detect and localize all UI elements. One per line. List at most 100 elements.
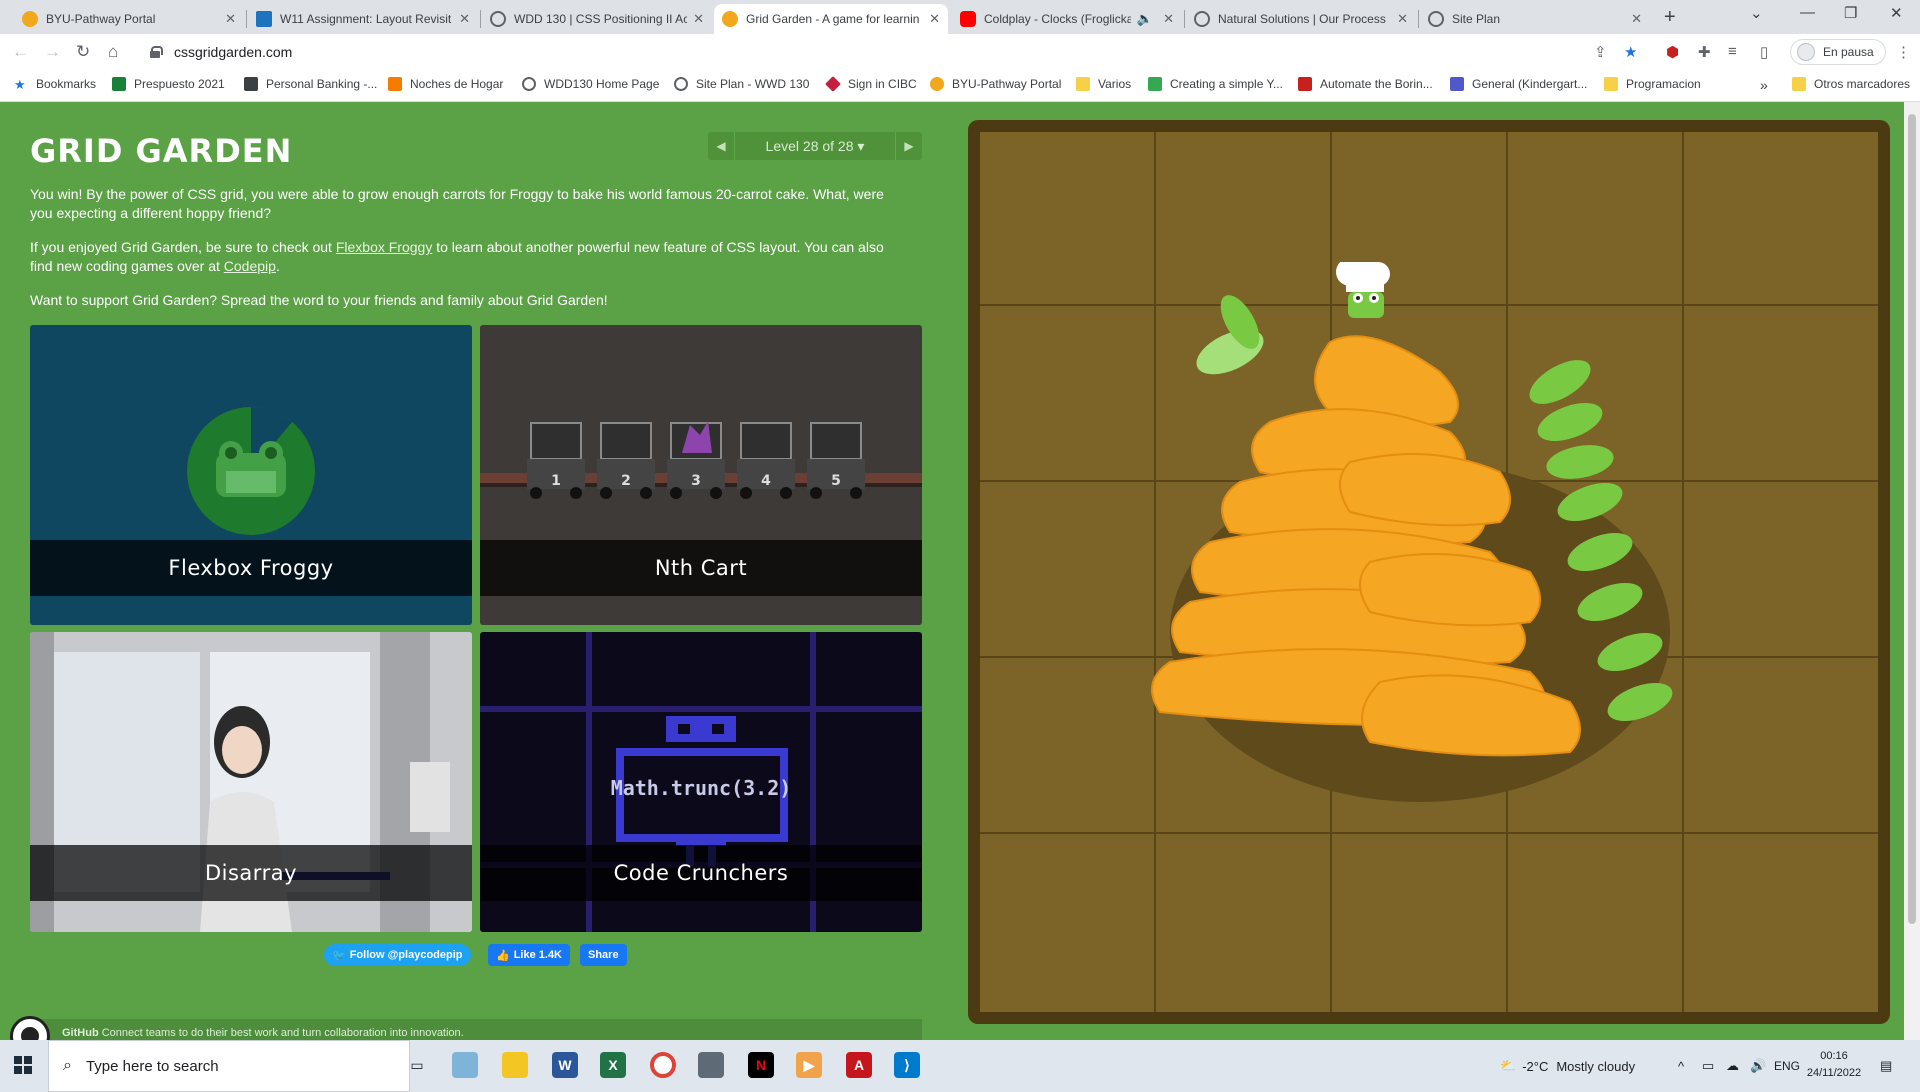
window-close-icon[interactable]: ✕ <box>1890 4 1903 22</box>
bookmark-item[interactable]: Automate the Borin... <box>1298 77 1433 91</box>
bookmark-item[interactable]: ★ Bookmarks <box>14 77 96 92</box>
tab-search-icon[interactable]: ⌄ <box>1750 4 1763 22</box>
bookmark-label: General (Kindergart... <box>1472 77 1588 91</box>
folder-icon <box>1076 77 1090 91</box>
network-icon[interactable]: ▭ <box>1702 1040 1714 1092</box>
close-icon[interactable]: ✕ <box>1397 11 1408 27</box>
teams-icon <box>1450 77 1464 91</box>
bookmark-label: Otros marcadores <box>1814 77 1911 91</box>
bookmarks-overflow-button[interactable]: » <box>1760 77 1768 93</box>
menu-kebab-icon[interactable]: ⋮ <box>1896 43 1911 61</box>
flexbox-froggy-link[interactable]: Flexbox Froggy <box>336 239 432 255</box>
tab-grid-garden[interactable]: Grid Garden - A game for learnin ✕ <box>714 4 948 34</box>
bookmark-folder[interactable]: Programacion <box>1604 77 1701 91</box>
profile-button[interactable]: En pausa <box>1790 39 1886 65</box>
app-icon[interactable] <box>452 1052 478 1078</box>
code-crunchers-card[interactable]: Math.trunc(3.2) Code Crunchers <box>480 632 922 932</box>
nth-cart-card[interactable]: 1 2 3 4 5 Nth Cart <box>480 325 922 625</box>
page-scrollbar[interactable] <box>1904 102 1920 1040</box>
onedrive-icon[interactable]: ☁ <box>1726 1040 1739 1092</box>
facebook-like-button[interactable]: 👍 Like 1.4K <box>488 944 571 966</box>
bookmark-item[interactable]: Prespuesto 2021 <box>112 77 225 91</box>
flexbox-froggy-card[interactable]: Flexbox Froggy <box>30 325 472 625</box>
back-arrow-icon[interactable]: ← <box>12 42 29 62</box>
code-snippet: Math.trunc(3.2) <box>611 776 792 800</box>
chrome-icon[interactable] <box>650 1052 676 1078</box>
adobe-acrobat-icon[interactable]: A <box>846 1052 872 1078</box>
weather-desc: Mostly cloudy <box>1556 1058 1636 1074</box>
bookmark-label: Prespuesto 2021 <box>134 77 225 91</box>
bookmark-item[interactable]: Creating a simple Y... <box>1148 77 1283 91</box>
tab-natural-solutions[interactable]: Natural Solutions | Our Process ✕ <box>1186 4 1416 34</box>
tab-byu-pathway[interactable]: BYU-Pathway Portal ✕ <box>14 4 244 34</box>
notifications-icon[interactable]: ▤ <box>1880 1040 1892 1092</box>
close-icon[interactable]: ✕ <box>929 11 940 27</box>
restore-icon[interactable]: ❐ <box>1844 4 1857 22</box>
language-indicator[interactable]: ENG <box>1774 1040 1800 1092</box>
netflix-icon[interactable]: N <box>748 1052 774 1078</box>
reading-list-icon[interactable]: ≡ <box>1728 43 1737 60</box>
card-title: Disarray <box>30 845 472 901</box>
taskbar-search[interactable]: ⌕ Type here to search <box>48 1040 410 1092</box>
close-icon[interactable]: ✕ <box>1163 11 1174 27</box>
weather-widget[interactable]: ⛅ -2°C Mostly cloudy <box>1500 1040 1635 1092</box>
new-tab-button[interactable]: + <box>1664 6 1676 29</box>
minimize-icon[interactable]: — <box>1800 4 1815 21</box>
windows-taskbar: ⌕ Type here to search ▭ W X N ▶ A ⟩ ⛅ -2… <box>0 1040 1920 1092</box>
calculator-icon[interactable] <box>698 1052 724 1078</box>
bookmark-item[interactable]: WDD130 Home Page <box>522 77 659 91</box>
close-icon[interactable]: ✕ <box>459 11 470 27</box>
word-icon[interactable]: W <box>552 1052 578 1078</box>
home-icon[interactable]: ⌂ <box>108 42 118 62</box>
codepip-link[interactable]: Codepip <box>224 258 276 274</box>
volume-icon[interactable]: 🔊 <box>1750 1040 1766 1092</box>
adblock-extension-icon[interactable]: ⬢ <box>1666 43 1679 61</box>
close-icon[interactable]: ✕ <box>225 11 236 27</box>
side-panel-icon[interactable]: ▯ <box>1760 43 1768 61</box>
bookmark-item[interactable]: Sign in CIBC <box>825 76 917 92</box>
reload-icon[interactable]: ↻ <box>76 42 90 62</box>
extensions-puzzle-icon[interactable]: ✚ <box>1698 43 1711 61</box>
tab-w11-assignment[interactable]: W11 Assignment: Layout Revisit ✕ <box>248 4 478 34</box>
twitter-follow-button[interactable]: 🐦 Follow @playcodepip <box>324 944 471 966</box>
card-title: Code Crunchers <box>480 845 922 901</box>
bookmark-item[interactable]: Site Plan - WWD 130 <box>674 77 809 91</box>
close-icon[interactable]: ✕ <box>1631 11 1642 27</box>
scrollbar-thumb[interactable] <box>1908 114 1916 924</box>
facebook-share-button[interactable]: Share <box>580 944 627 966</box>
address-bar[interactable]: cssgridgarden.com <box>140 38 1540 66</box>
tab-strip: BYU-Pathway Portal ✕ W11 Assignment: Lay… <box>0 0 1920 34</box>
tab-site-plan[interactable]: Site Plan ✕ <box>1420 4 1650 34</box>
other-bookmarks-folder[interactable]: Otros marcadores <box>1792 77 1910 91</box>
folder-icon <box>1792 77 1806 91</box>
excel-icon[interactable]: X <box>600 1052 626 1078</box>
bookmark-label: Site Plan - WWD 130 <box>696 77 810 91</box>
tab-title: WDD 130 | CSS Positioning II Ac <box>514 12 688 26</box>
next-level-arrow-icon[interactable]: ▶ <box>896 139 922 153</box>
bookmark-label: Automate the Borin... <box>1320 77 1433 91</box>
system-clock[interactable]: 00:16 24/11/2022 <box>1804 1048 1864 1082</box>
bookmark-item[interactable]: Personal Banking -... <box>244 77 377 91</box>
task-view-icon[interactable]: ▭ <box>404 1052 430 1078</box>
bookmark-item[interactable]: Noches de Hogar <box>388 77 503 91</box>
level-indicator[interactable]: Level 28 of 28 ▾ <box>735 138 895 155</box>
bookmark-item[interactable]: General (Kindergart... <box>1450 77 1587 91</box>
bookmark-folder[interactable]: Varios <box>1076 77 1131 91</box>
disarray-card[interactable]: Disarray <box>30 632 472 932</box>
speaker-muted-icon[interactable]: 🔈 <box>1137 11 1153 27</box>
media-player-icon[interactable]: ▶ <box>796 1052 822 1078</box>
tab-coldplay[interactable]: Coldplay - Clocks (Froglicka 🔈 ✕ <box>952 4 1182 34</box>
bookmark-star-icon[interactable]: ★ <box>1624 43 1637 61</box>
forward-arrow-icon[interactable]: → <box>44 42 61 62</box>
share-icon[interactable]: ⇪ <box>1594 43 1607 61</box>
file-explorer-icon[interactable] <box>502 1052 528 1078</box>
close-icon[interactable]: ✕ <box>693 11 704 27</box>
previous-level-arrow-icon[interactable]: ◀ <box>708 139 734 153</box>
windows-start-icon[interactable] <box>14 1056 32 1074</box>
github-ad-banner[interactable]: GitHub Connect teams to do their best wo… <box>30 1019 922 1040</box>
tab-wdd130[interactable]: WDD 130 | CSS Positioning II Ac ✕ <box>482 4 712 34</box>
tray-chevron-icon[interactable]: ^ <box>1678 1040 1684 1092</box>
search-icon: ⌕ <box>63 1057 72 1074</box>
bookmark-item[interactable]: BYU-Pathway Portal <box>930 77 1061 91</box>
vscode-icon[interactable]: ⟩ <box>894 1052 920 1078</box>
